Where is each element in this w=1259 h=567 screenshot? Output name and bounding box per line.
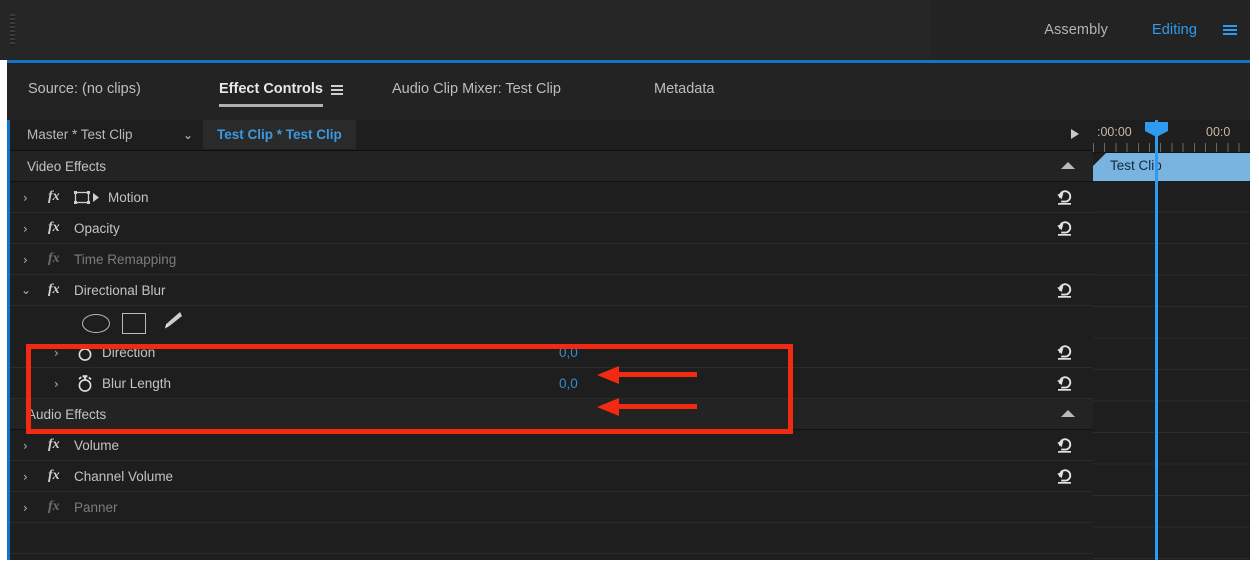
effect-name: Directional Blur: [74, 283, 166, 298]
fx-icon: fx: [48, 251, 60, 266]
stopwatch-keyframe-icon[interactable]: [76, 374, 94, 393]
param-name: Blur Length: [102, 376, 172, 391]
param-row-direction[interactable]: › Direction 0,0: [10, 337, 1093, 368]
effect-row-opacity[interactable]: › fx Opacity: [10, 213, 1093, 244]
fx-icon: fx: [48, 189, 60, 204]
effect-controls-timeline: :00:00 00:0 Test Clip: [1093, 120, 1250, 567]
effect-name: Volume: [74, 438, 120, 453]
tab-effect-controls[interactable]: Effect Controls: [219, 81, 323, 107]
fx-icon: fx: [48, 437, 60, 452]
effect-row-time-remapping[interactable]: › fx Time Remapping: [10, 244, 1093, 275]
reset-undo-icon[interactable]: [1056, 220, 1075, 237]
section-header-video-effects[interactable]: Video Effects: [10, 151, 1093, 182]
effect-name: Opacity: [74, 221, 120, 236]
fx-icon: fx: [48, 499, 60, 514]
active-panel-left-highlight: [7, 120, 10, 567]
section-title: Video Effects: [27, 159, 107, 174]
panel-menu-icon[interactable]: [331, 85, 343, 95]
timeline-tick-marks: [1093, 143, 1250, 152]
param-row-blur-length[interactable]: › Blur Length 0,0: [10, 368, 1093, 399]
collapse-up-triangle-icon[interactable]: [1061, 410, 1075, 417]
collapse-up-triangle-icon[interactable]: [1061, 162, 1075, 169]
fx-icon: fx: [48, 468, 60, 483]
timeline-clip-label: Test Clip: [1110, 158, 1162, 173]
tab-source[interactable]: Source: (no clips): [28, 81, 141, 97]
stopwatch-keyframe-icon[interactable]: [76, 343, 94, 362]
effect-name: Time Remapping: [74, 252, 177, 267]
disclosure-closed-icon[interactable]: ›: [54, 378, 59, 390]
section-header-audio-effects[interactable]: Audio Effects: [10, 399, 1093, 430]
timeline-time-label: 00:0: [1206, 125, 1231, 139]
effects-list: Video Effects › fx Motion › fx Opacity ›…: [10, 151, 1093, 567]
motion-transform-icon: [74, 191, 100, 204]
page-edge-right: [1250, 0, 1259, 567]
effect-row-panner[interactable]: › fx Panner: [10, 492, 1093, 523]
reset-undo-icon[interactable]: [1056, 189, 1075, 206]
effect-controls-panel: Master * Test Clip ⌄ Test Clip * Test Cl…: [0, 120, 1259, 567]
param-name: Direction: [102, 345, 156, 360]
workspace-bar: Assembly Editing: [0, 0, 1259, 60]
reset-undo-icon[interactable]: [1056, 468, 1075, 485]
breadcrumb: Master * Test Clip ⌄ Test Clip * Test Cl…: [10, 120, 1093, 151]
reset-undo-icon[interactable]: [1056, 375, 1075, 392]
disclosure-closed-icon[interactable]: ›: [23, 471, 28, 483]
param-value-direction[interactable]: 0,0: [559, 345, 578, 360]
premiere-effect-controls-screenshot: Assembly Editing Source: (no clips) Effe…: [0, 0, 1259, 567]
reset-undo-icon[interactable]: [1056, 437, 1075, 454]
disclosure-closed-icon[interactable]: ›: [23, 192, 28, 204]
disclosure-open-icon[interactable]: ⌄: [21, 284, 31, 296]
effect-name: Motion: [108, 190, 149, 205]
effect-row-directional-blur[interactable]: ⌄ fx Directional Blur: [10, 275, 1093, 306]
fx-icon: fx: [48, 282, 60, 297]
rectangle-mask-icon[interactable]: [122, 312, 146, 334]
timeline-time-label: :00:00: [1097, 125, 1132, 139]
effect-row-channel-volume[interactable]: › fx Channel Volume: [10, 461, 1093, 492]
reset-undo-icon[interactable]: [1056, 282, 1075, 299]
effect-row-motion[interactable]: › fx Motion: [10, 182, 1093, 213]
tab-metadata[interactable]: Metadata: [654, 81, 714, 97]
timeline-playhead[interactable]: [1155, 120, 1158, 567]
workspace-tab-assembly[interactable]: Assembly: [1022, 22, 1130, 38]
tab-active-underline: [219, 104, 323, 107]
timeline-keyframe-rows: [1093, 181, 1250, 567]
tab-effect-controls-label: Effect Controls: [219, 81, 323, 97]
effect-row-volume[interactable]: › fx Volume: [10, 430, 1093, 461]
workspace-tab-editing[interactable]: Editing: [1130, 22, 1219, 38]
workspace-tabs: Assembly Editing: [1022, 0, 1245, 60]
mask-tool-row: [10, 306, 1093, 337]
tab-audio-clip-mixer[interactable]: Audio Clip Mixer: Test Clip: [392, 81, 561, 97]
disclosure-closed-icon[interactable]: ›: [23, 223, 28, 235]
empty-row: [10, 523, 1093, 554]
timeline-ruler[interactable]: :00:00 00:0: [1093, 120, 1250, 153]
play-triangle-icon[interactable]: [1071, 129, 1079, 139]
effect-name: Channel Volume: [74, 469, 174, 484]
panel-tab-bar: Source: (no clips) Effect Controls Audio…: [0, 63, 1259, 120]
drag-gripper-icon[interactable]: [10, 14, 15, 46]
section-title: Audio Effects: [27, 407, 107, 422]
param-value-blur-length[interactable]: 0,0: [559, 376, 578, 391]
chevron-down-icon[interactable]: ⌄: [183, 128, 193, 142]
disclosure-closed-icon[interactable]: ›: [23, 440, 28, 452]
disclosure-closed-icon[interactable]: ›: [54, 347, 59, 359]
page-edge-bottom: [0, 560, 1259, 567]
workspace-bar-left-area: [0, 0, 930, 60]
mask-tools: [82, 310, 184, 336]
disclosure-closed-icon[interactable]: ›: [23, 502, 28, 514]
effect-name: Panner: [74, 500, 118, 515]
fx-icon: fx: [48, 220, 60, 235]
ellipse-mask-icon[interactable]: [82, 313, 110, 333]
hamburger-menu-icon[interactable]: [1219, 25, 1245, 35]
pen-mask-icon[interactable]: [160, 310, 184, 336]
breadcrumb-active-clip[interactable]: Test Clip * Test Clip: [203, 120, 356, 149]
disclosure-closed-icon[interactable]: ›: [23, 254, 28, 266]
page-edge-left: [0, 60, 7, 567]
breadcrumb-master[interactable]: Master * Test Clip: [27, 127, 133, 142]
reset-undo-icon[interactable]: [1056, 344, 1075, 361]
